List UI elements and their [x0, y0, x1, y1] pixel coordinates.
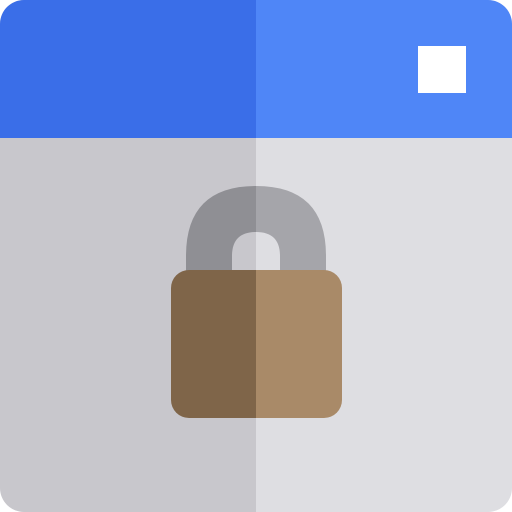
- lock-body-right: [256, 270, 342, 418]
- lock-icon: [171, 186, 342, 418]
- title-bar-left: [0, 0, 256, 138]
- title-bar-right: [256, 0, 512, 138]
- window-control-square-icon: [418, 46, 466, 93]
- lock-body: [171, 270, 342, 418]
- secure-window-svg: [0, 0, 512, 512]
- secure-window-icon: [0, 0, 512, 512]
- lock-body-left: [171, 270, 256, 418]
